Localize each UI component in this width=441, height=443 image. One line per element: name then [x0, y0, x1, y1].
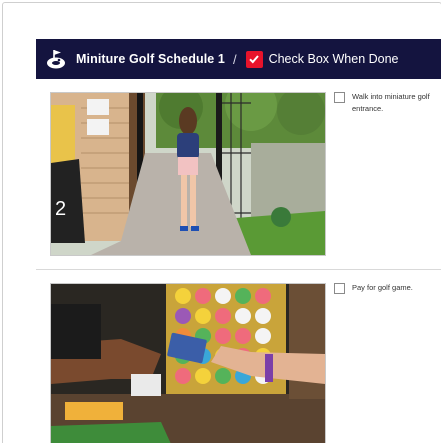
- task-1: Walk into miniature golf entrance.: [334, 91, 441, 115]
- title-separator: /: [232, 51, 237, 67]
- task-1-label: Walk into miniature golf entrance.: [352, 92, 430, 113]
- task-2-label: Pay for golf game.: [352, 283, 413, 292]
- sign-number: 2: [55, 198, 66, 220]
- red-checkbox-icon: [245, 50, 263, 68]
- task-2-checkbox[interactable]: [334, 283, 345, 294]
- golf-flag-icon: [36, 48, 76, 70]
- schedule-step-1: 2 Walk into miniature golf entrance.: [36, 79, 441, 269]
- task-1-checkbox[interactable]: [334, 92, 345, 103]
- entrance-photo: 2: [50, 92, 326, 256]
- payment-photo: [50, 283, 326, 443]
- check-box-instruction: Check Box When Done: [268, 52, 399, 66]
- schedule-header: Miniture Golf Schedule 1 / Check Box Whe…: [36, 39, 441, 79]
- task-2: Pay for golf game.: [334, 282, 441, 294]
- schedule-page: Miniture Golf Schedule 1 / Check Box Whe…: [2, 2, 441, 443]
- schedule-step-2: Pay for golf game.: [36, 270, 441, 443]
- schedule-title: Miniture Golf Schedule 1: [76, 52, 225, 66]
